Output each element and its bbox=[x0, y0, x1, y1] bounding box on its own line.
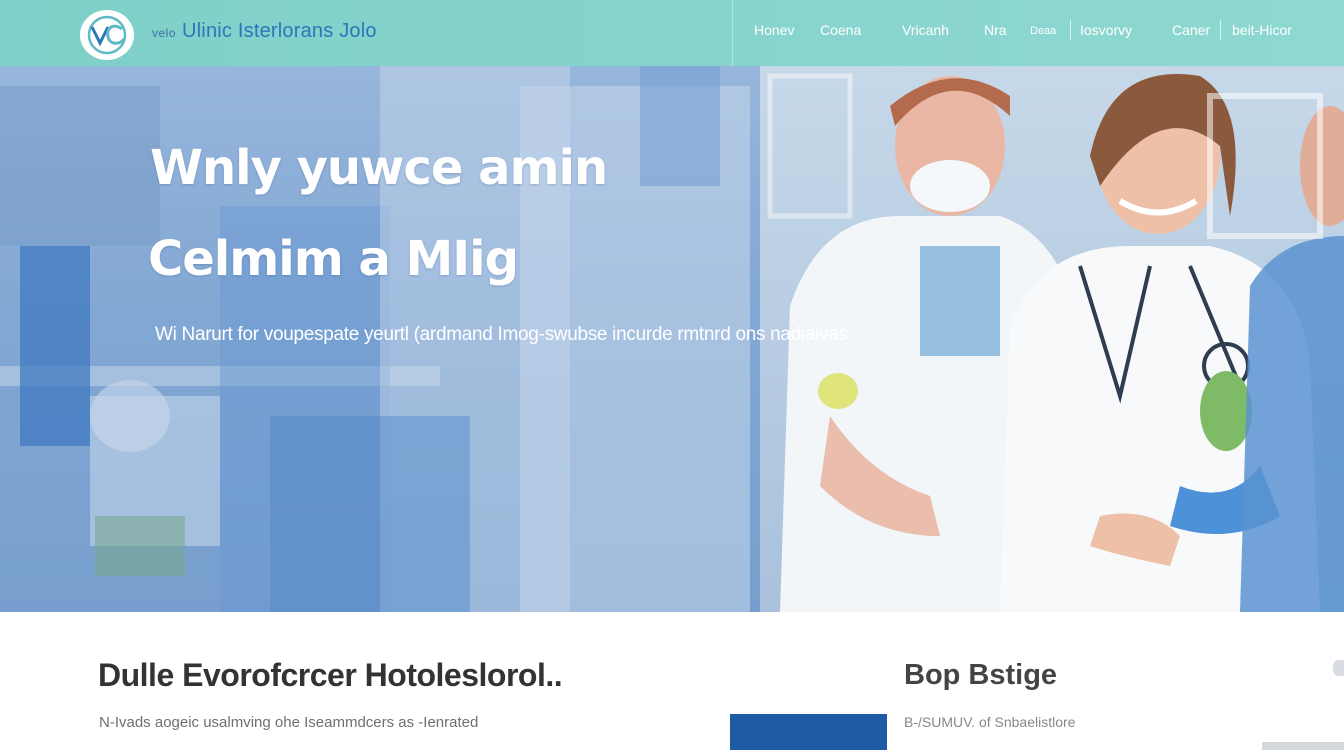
hero-banner: Wnly yuwce amin Celmim a MIig Wi Narurt … bbox=[0, 66, 1344, 612]
nav-separator bbox=[1220, 20, 1221, 40]
hero-title-line-2: Celmim a MIig bbox=[148, 231, 519, 287]
featured-image-block[interactable] bbox=[730, 714, 887, 750]
nav-link-5[interactable]: Deaa bbox=[1030, 25, 1056, 37]
nav-link-6[interactable]: Iosvorvy bbox=[1080, 22, 1132, 38]
nav-separator bbox=[1070, 20, 1071, 40]
scroll-to-top-handle[interactable] bbox=[1333, 660, 1344, 676]
side-heading: Bop Bstige bbox=[904, 659, 1058, 691]
nav-link-3[interactable]: Vricanh bbox=[902, 22, 949, 38]
side-description: B-/SUMUV. of Snbaelistlore bbox=[904, 714, 1076, 730]
header-divider bbox=[732, 0, 733, 66]
nav-link-8[interactable]: beit-Hicor bbox=[1232, 22, 1292, 38]
logo-icon[interactable] bbox=[80, 10, 134, 60]
footer-shade bbox=[1262, 742, 1344, 750]
hero-subtitle: Wi Narurt for voupespate yeurtl (ardmand… bbox=[155, 324, 848, 345]
nav-link-4[interactable]: Nra bbox=[984, 22, 1007, 38]
nav-link-7[interactable]: Caner bbox=[1172, 22, 1210, 38]
section-description: N-Ivads aogeic usalmving ohe Iseammdcers… bbox=[99, 714, 479, 731]
brand-name: Ulinic Isterlorans Jolo bbox=[182, 20, 377, 42]
top-header: velo Ulinic Isterlorans Jolo Honev Coena… bbox=[0, 0, 1344, 66]
section-heading: Dulle Evorofcrcer Hotoleslorol.. bbox=[98, 657, 563, 693]
nav-link-1[interactable]: Honev bbox=[754, 22, 794, 38]
brand-tag: velo bbox=[152, 26, 177, 40]
brand[interactable]: velo Ulinic Isterlorans Jolo bbox=[152, 20, 377, 43]
hero-title-line-1: Wnly yuwce amin bbox=[150, 140, 608, 196]
nav-link-2[interactable]: Coena bbox=[820, 22, 861, 38]
